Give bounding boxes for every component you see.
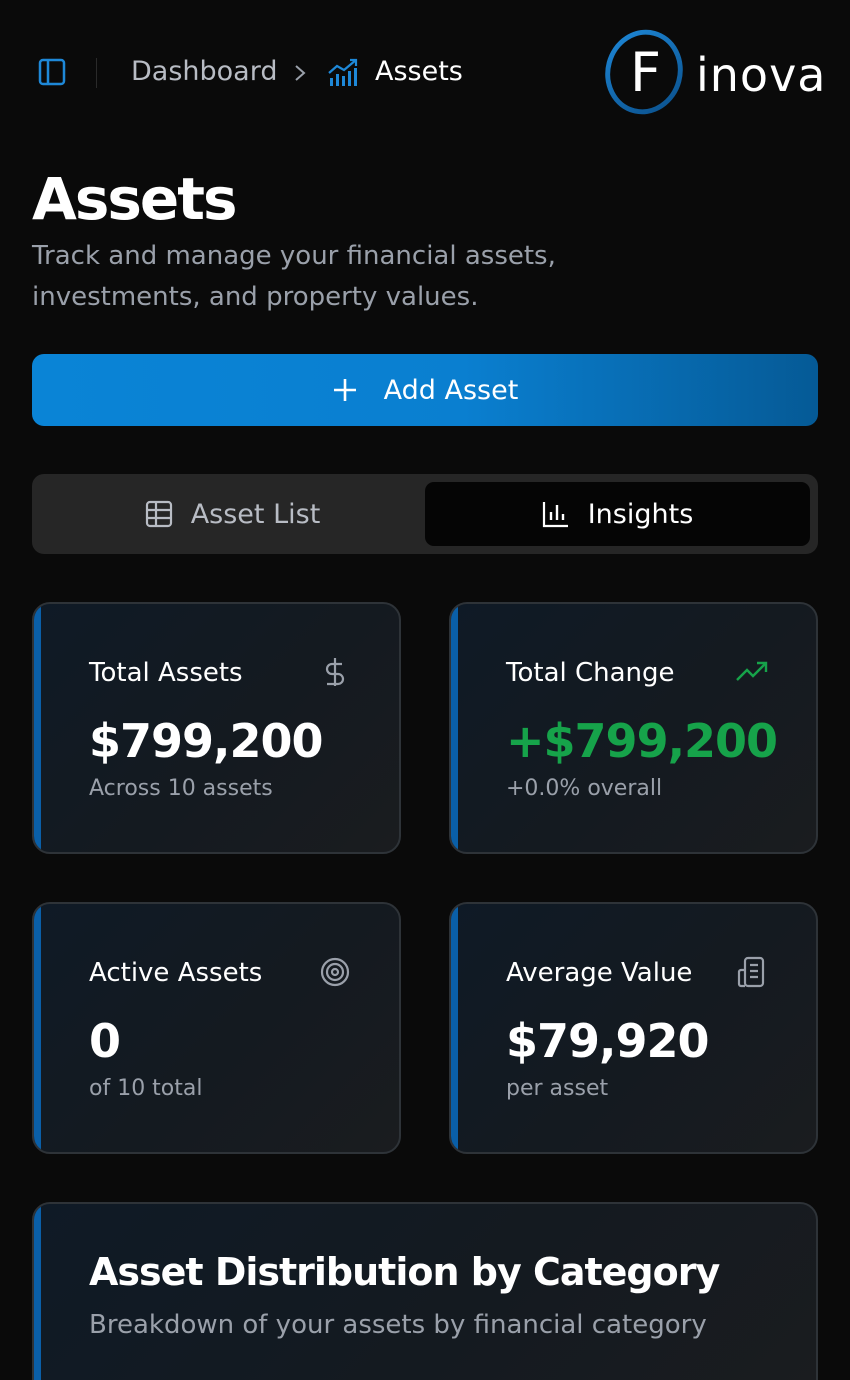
receipt-icon — [737, 956, 765, 988]
trending-up-icon — [736, 661, 768, 681]
sidebar-toggle-button[interactable] — [36, 56, 68, 88]
tab-asset-list-label: Asset List — [190, 498, 321, 530]
chart-line-icon — [328, 58, 358, 86]
page-title: Assets — [32, 165, 238, 233]
card-label: Total Assets — [89, 658, 243, 688]
average-value-card: Average Value $79,920 per asset — [449, 902, 818, 1154]
card-note: Across 10 assets — [89, 776, 273, 801]
header: Dashboard Assets F inova — [0, 0, 850, 150]
breadcrumb-current: Assets — [375, 56, 463, 87]
view-tabs: Asset List Insights — [32, 474, 818, 554]
card-note: per asset — [506, 1076, 609, 1101]
logo-letter: F — [630, 41, 661, 104]
card-value: $799,200 — [89, 714, 324, 768]
add-asset-label: Add Asset — [383, 374, 519, 406]
chevron-right-icon — [295, 65, 306, 81]
card-value: $79,920 — [506, 1014, 710, 1068]
add-asset-button[interactable]: Add Asset — [32, 354, 818, 426]
card-note: of 10 total — [89, 1076, 203, 1101]
table-icon — [145, 500, 172, 528]
asset-distribution-card: Asset Distribution by Category Breakdown… — [32, 1202, 818, 1380]
logo-text: inova — [696, 48, 827, 102]
active-assets-card: Active Assets 0 of 10 total — [32, 902, 401, 1154]
card-value: +$799,200 — [506, 714, 778, 768]
card-label: Total Change — [506, 658, 675, 688]
logo-mark: F — [605, 29, 683, 115]
total-change-card: Total Change +$799,200 +0.0% overall — [449, 602, 818, 854]
tab-insights-label: Insights — [587, 498, 694, 530]
card-value: 0 — [89, 1014, 121, 1068]
card-note: +0.0% overall — [506, 776, 663, 801]
card-label: Average Value — [506, 958, 693, 988]
tab-asset-list[interactable]: Asset List — [40, 482, 425, 546]
tab-insights[interactable]: Insights — [425, 482, 810, 546]
dollar-icon — [325, 658, 345, 686]
distribution-subtitle: Breakdown of your assets by financial ca… — [89, 1310, 707, 1340]
finova-logo: F inova — [604, 28, 827, 118]
header-divider — [96, 58, 97, 88]
bar-chart-icon — [542, 502, 568, 528]
distribution-title: Asset Distribution by Category — [89, 1250, 720, 1294]
page-subtitle: Track and manage your financial assets, … — [32, 241, 556, 312]
target-icon — [320, 957, 350, 987]
plus-icon — [333, 379, 356, 401]
sidebar-icon — [38, 58, 66, 86]
assets-page: Dashboard Assets F inova Assets Track an… — [0, 0, 850, 1380]
breadcrumb-dashboard-link[interactable]: Dashboard — [131, 56, 277, 87]
card-label: Active Assets — [89, 958, 263, 988]
total-assets-card: Total Assets $799,200 Across 10 assets — [32, 602, 401, 854]
